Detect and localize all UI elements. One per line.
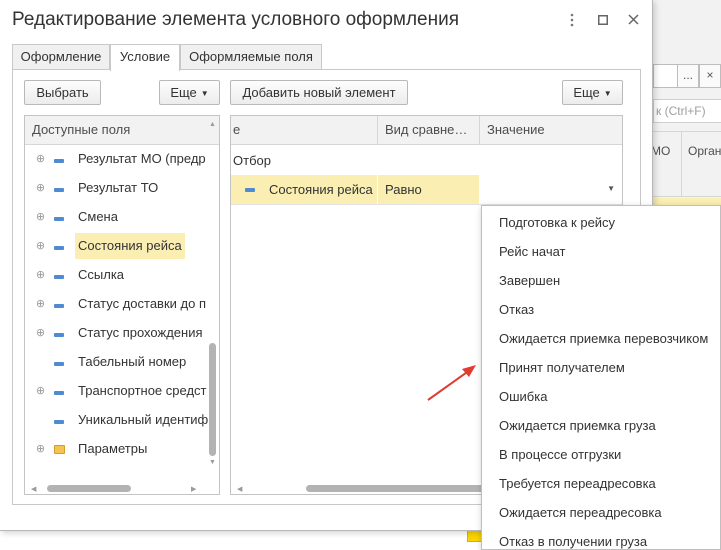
dropdown-option[interactable]: Требуется переадресовка [482, 469, 720, 498]
folder-icon [54, 445, 65, 454]
background-column-mo[interactable]: МО [651, 144, 670, 158]
scroll-up-icon[interactable]: ▲ [209, 121, 216, 128]
dropdown-option[interactable]: Ошибка [482, 382, 720, 411]
background-table-header: МО Орган [651, 131, 721, 197]
field-icon [54, 275, 64, 279]
dropdown-option[interactable]: Рейс начат [482, 237, 720, 266]
field-icon [54, 362, 64, 366]
right-more-button[interactable]: Еще ▼ [562, 80, 623, 105]
column-value[interactable]: Значение [480, 116, 620, 144]
expand-icon[interactable]: ⊕ [35, 270, 46, 281]
scroll-left-icon[interactable]: ◀ [237, 485, 242, 493]
scroll-right-icon[interactable]: ▶ [191, 485, 196, 493]
expand-icon[interactable]: ⊕ [35, 212, 46, 223]
tab-formatted-fields[interactable]: Оформляемые поля [180, 44, 322, 70]
expand-icon[interactable]: ⊕ [35, 183, 46, 194]
available-fields-header: Доступные поля [25, 116, 219, 145]
dropdown-arrow-icon[interactable]: ▼ [607, 184, 615, 193]
expand-icon[interactable]: ⊕ [35, 241, 46, 252]
tab-condition[interactable]: Условие [110, 44, 180, 71]
dialog-title: Редактирование элемента условного оформл… [12, 9, 460, 30]
expand-icon[interactable]: ⊕ [35, 299, 46, 310]
scroll-left-icon[interactable]: ◀ [31, 485, 36, 493]
dropdown-option[interactable]: Ожидается приемка груза [482, 411, 720, 440]
more-vertical-icon[interactable] [563, 10, 581, 30]
tree-item[interactable]: ⊕ Смена [25, 204, 209, 233]
filter-group-row[interactable]: Отбор [231, 147, 271, 175]
field-icon [54, 391, 64, 395]
background-column-organ[interactable]: Орган [688, 144, 721, 158]
dropdown-option[interactable]: Ожидается приемка перевозчиком [482, 324, 720, 353]
close-icon[interactable] [624, 10, 642, 30]
dropdown-option[interactable]: Принят получателем [482, 353, 720, 382]
dropdown-option[interactable]: Подготовка к рейсу [482, 208, 720, 237]
left-more-button[interactable]: Еще ▼ [159, 80, 220, 105]
tree-item[interactable]: Табельный номер [25, 349, 209, 378]
field-icon [245, 188, 255, 192]
dropdown-option[interactable]: Отказ в получении груза [482, 527, 720, 549]
tree-item[interactable]: ⊕ Результат ТО [25, 175, 209, 204]
tab-formatting[interactable]: Оформление [12, 44, 110, 70]
condition-comparison-cell[interactable]: Равно [378, 175, 479, 204]
column-comparison[interactable]: Вид сравне… [378, 116, 479, 144]
field-icon [54, 246, 64, 250]
value-dropdown-list[interactable]: Подготовка к рейсу Рейс начат Завершен О… [481, 205, 721, 550]
background-input[interactable] [653, 64, 677, 88]
tree-item[interactable]: ⊕ Результат МО (предр [25, 146, 209, 175]
chevron-down-icon: ▼ [603, 89, 612, 98]
tree-item-folder[interactable]: ⊕ Параметры [25, 436, 209, 465]
dropdown-option[interactable]: Завершен [482, 266, 720, 295]
dropdown-option[interactable]: Отказ [482, 295, 720, 324]
add-new-element-button[interactable]: Добавить новый элемент [230, 80, 408, 105]
scroll-down-icon[interactable]: ▼ [209, 459, 216, 466]
chevron-down-icon: ▼ [200, 89, 209, 98]
available-fields-tree[interactable]: Доступные поля ⊕ Результат МО (предр ⊕ Р… [24, 115, 220, 495]
field-icon [54, 217, 64, 221]
expand-icon[interactable]: ⊕ [35, 444, 46, 455]
expand-icon[interactable]: ⊕ [35, 386, 46, 397]
field-icon [54, 304, 64, 308]
dropdown-option[interactable]: Ожидается переадресовка [482, 498, 720, 527]
field-icon [54, 159, 64, 163]
tree-item[interactable]: ⊕ Транспортное средст [25, 378, 209, 407]
background-select-button[interactable]: ... [677, 64, 699, 88]
tree-item[interactable]: ⊕ Статус доставки до п [25, 291, 209, 320]
vertical-scrollbar-thumb[interactable] [209, 343, 216, 456]
condition-row[interactable]: Состояния рейса Равно ▼ [231, 175, 622, 205]
left-more-label: Еще [170, 85, 197, 100]
annotation-arrow-icon [427, 365, 476, 401]
field-icon [54, 420, 64, 424]
maximize-icon[interactable] [594, 10, 612, 30]
condition-value-input[interactable]: ▼ [480, 175, 622, 204]
column-field[interactable]: е [231, 116, 376, 144]
field-icon [54, 333, 64, 337]
select-button[interactable]: Выбрать [24, 80, 101, 105]
tree-item[interactable]: ⊕ Ссылка [25, 262, 209, 291]
grid-header: е Вид сравне… Значение [231, 116, 622, 145]
field-icon [54, 188, 64, 192]
dropdown-option[interactable]: В процессе отгрузки [482, 440, 720, 469]
tree-item-selected[interactable]: ⊕ Состояния рейса [25, 233, 209, 262]
expand-icon[interactable]: ⊕ [35, 154, 46, 165]
tree-item[interactable]: Уникальный идентиф [25, 407, 209, 436]
right-more-label: Еще [573, 85, 600, 100]
horizontal-scrollbar-thumb[interactable] [47, 485, 131, 492]
background-search-input[interactable]: к (Ctrl+F) [653, 99, 721, 123]
condition-field-cell[interactable]: Состояния рейса [231, 175, 377, 204]
expand-icon[interactable]: ⊕ [35, 328, 46, 339]
tree-item[interactable]: ⊕ Статус прохождения [25, 320, 209, 349]
background-clear-button[interactable]: × [699, 64, 721, 88]
